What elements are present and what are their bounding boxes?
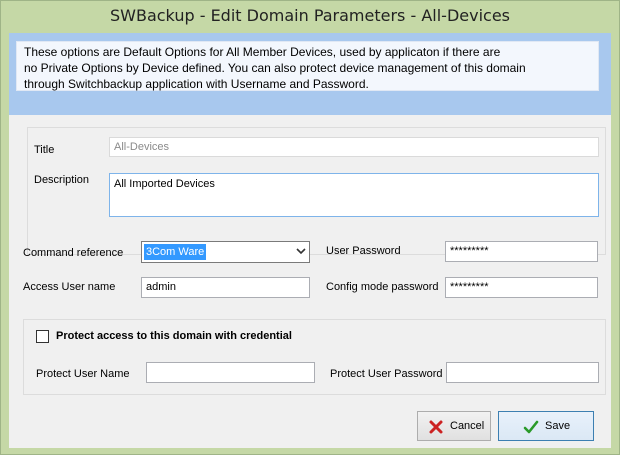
command-reference-label: Command reference: [23, 247, 124, 259]
protect-group: Protect access to this domain with crede…: [23, 319, 606, 395]
window-title: SWBackup - Edit Domain Parameters - All-…: [110, 6, 510, 25]
cancel-button[interactable]: Cancel: [417, 411, 491, 441]
info-line-1: These options are Default Options for Al…: [24, 45, 501, 59]
config-password-field[interactable]: *********: [445, 277, 598, 298]
green-checkmark-icon: [523, 420, 539, 434]
info-banner: These options are Default Options for Al…: [9, 33, 611, 115]
config-password-label: Config mode password: [326, 281, 439, 293]
info-line-2: no Private Options by Device defined. Yo…: [24, 61, 526, 75]
description-field[interactable]: All Imported Devices: [109, 173, 599, 217]
cancel-button-label: Cancel: [450, 420, 485, 432]
user-password-label: User Password: [326, 245, 401, 257]
red-x-icon: [429, 420, 443, 434]
protect-user-label: Protect User Name: [36, 368, 130, 380]
command-reference-value: 3Com Ware: [144, 244, 207, 260]
info-box: These options are Default Options for Al…: [16, 41, 599, 91]
protect-checkbox-label: Protect access to this domain with crede…: [56, 330, 292, 342]
dialog-body: These options are Default Options for Al…: [9, 33, 611, 448]
command-reference-select[interactable]: 3Com Ware: [141, 241, 310, 263]
access-user-field[interactable]: admin: [141, 277, 310, 298]
title-field[interactable]: All-Devices: [109, 137, 599, 157]
access-user-label: Access User name: [23, 281, 116, 293]
info-text: These options are Default Options for Al…: [24, 44, 599, 92]
user-password-field[interactable]: *********: [445, 241, 598, 262]
protect-user-field[interactable]: [146, 362, 315, 383]
chevron-down-icon: [296, 248, 306, 255]
protect-checkbox[interactable]: [36, 330, 49, 343]
save-button-label: Save: [545, 420, 571, 432]
info-line-3: through Switchbackup application with Us…: [24, 77, 369, 91]
general-group: Title All-Devices Description All Import…: [27, 127, 606, 255]
protect-password-field[interactable]: [446, 362, 599, 383]
dialog-window: SWBackup - Edit Domain Parameters - All-…: [0, 0, 620, 455]
title-label: Title: [34, 144, 55, 156]
save-button[interactable]: Save: [498, 411, 594, 441]
protect-password-label: Protect User Password: [330, 368, 443, 380]
description-label: Description: [34, 174, 90, 186]
